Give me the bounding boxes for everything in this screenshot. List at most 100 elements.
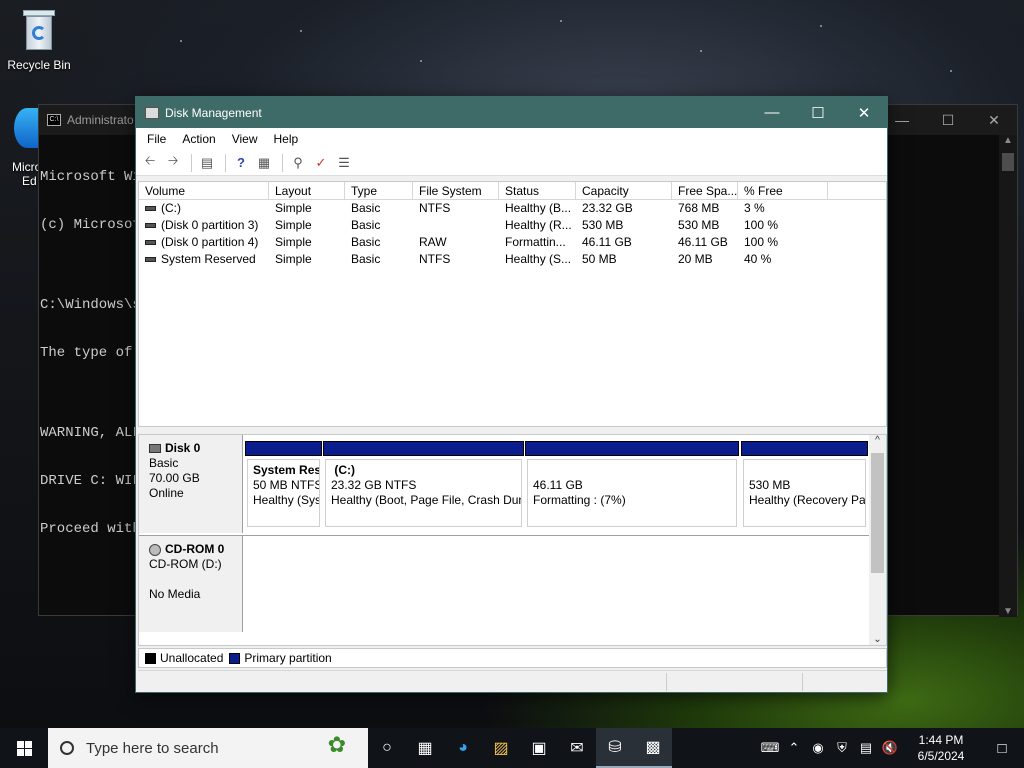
pct-cell: 100 % (744, 218, 779, 232)
command-prompt-taskbar-icon[interactable]: ▩ (634, 728, 672, 768)
disk0-type: Basic (149, 456, 179, 470)
forward-icon[interactable]: 🡢 (163, 153, 183, 172)
partition-c[interactable]: (C:) 23.32 GB NTFS Healthy (Boot, Page F… (323, 441, 524, 529)
volume-icon (145, 206, 156, 212)
volume-list[interactable]: Volume Layout Type File System Status Ca… (138, 181, 887, 427)
volume-name: (Disk 0 partition 3) (161, 218, 259, 232)
table-row[interactable]: (Disk 0 partition 4) Simple Basic RAW Fo… (139, 234, 886, 251)
taskbar-search-box[interactable]: Type here to search ✿ (48, 728, 368, 768)
network-icon[interactable]: ▤ (854, 740, 878, 756)
disk-management-app-icon (145, 106, 159, 119)
volume-icon (145, 257, 156, 263)
scroll-down-icon[interactable]: ⌄ (869, 634, 886, 645)
disk-management-taskbar-icon[interactable]: ⛁ (596, 728, 634, 768)
start-button[interactable] (0, 728, 48, 768)
edge-desktop-icon[interactable] (14, 108, 40, 148)
table-row[interactable]: (Disk 0 partition 3) Simple Basic Health… (139, 217, 886, 234)
menu-help[interactable]: Help (266, 132, 307, 146)
volume-muted-icon[interactable]: 🔇 (878, 740, 902, 756)
maximize-button[interactable]: ☐ (795, 97, 841, 128)
keyboard-icon[interactable]: ⌨ (758, 740, 782, 756)
column-status[interactable]: Status (499, 182, 576, 199)
close-button[interactable]: ✕ (841, 97, 887, 128)
console-scroll-thumb[interactable] (1002, 153, 1014, 171)
status-bar (138, 670, 887, 692)
console-maximize-button[interactable]: ☐ (925, 105, 971, 135)
menu-file[interactable]: File (139, 132, 174, 146)
partition-recovery[interactable]: 530 MB Healthy (Recovery Pa (741, 441, 868, 529)
console-icon[interactable]: ▦ (254, 154, 274, 172)
disk0-size: 70.00 GB (149, 471, 200, 485)
partition-status: Healthy (Sys (253, 493, 320, 507)
console-scrollbar[interactable]: ▲ ▼ (999, 135, 1017, 617)
search-icon (60, 741, 74, 755)
cdrom-media: No Media (149, 587, 201, 601)
console-title: Administrato (67, 113, 134, 127)
volume-icon (145, 223, 156, 229)
volume-cell: (Disk 0 partition 4) (139, 234, 269, 251)
minimize-button[interactable]: — (749, 97, 795, 128)
search-icon[interactable]: ⚲ (288, 154, 308, 172)
properties-icon[interactable]: ▤ (197, 154, 217, 172)
capacity-cell: 50 MB (582, 252, 617, 266)
unallocated-swatch (145, 652, 156, 664)
titlebar[interactable]: Disk Management — ☐ ✕ (136, 97, 887, 128)
column-file-system[interactable]: File System (413, 182, 499, 199)
scroll-down-icon[interactable]: ▼ (999, 606, 1017, 617)
column-capacity[interactable]: Capacity (576, 182, 672, 199)
graphical-scrollbar[interactable]: ^ ⌄ (869, 435, 886, 645)
disk0-row[interactable]: Disk 0 Basic 70.00 GB Online System Res … (139, 435, 869, 533)
scroll-up-icon[interactable]: ^ (869, 435, 886, 446)
edge-icon[interactable]: ◕ (444, 728, 482, 768)
column-volume[interactable]: Volume (139, 182, 269, 199)
volume-name: (Disk 0 partition 4) (161, 235, 259, 249)
toolbar: 🡠 🡢 ▤ ? ▦ ⚲ ✓ ☰ (136, 150, 887, 176)
partition-4[interactable]: 46.11 GB Formatting : (7%) (525, 441, 739, 529)
menu-view[interactable]: View (224, 132, 266, 146)
task-view-icon[interactable]: ▦ (406, 728, 444, 768)
edge-label-2: Ed (22, 174, 37, 188)
volume-icon (145, 240, 156, 246)
help-icon[interactable]: ? (231, 154, 251, 172)
volume-cell: (C:) (139, 200, 269, 217)
cdrom-drive: CD-ROM (D:) (149, 557, 222, 571)
clock[interactable]: 1:44 PM 6/5/2024 (902, 732, 980, 764)
pct-cell: 100 % (744, 235, 779, 249)
disk-management-window[interactable]: Disk Management — ☐ ✕ File Action View H… (135, 96, 888, 693)
notification-icon[interactable]: □ (980, 740, 1024, 757)
list-icon[interactable]: ☰ (334, 154, 354, 172)
cdrom-row[interactable]: CD-ROM 0 CD-ROM (D:) No Media (139, 535, 869, 632)
column-layout[interactable]: Layout (269, 182, 345, 199)
check-icon[interactable]: ✓ (311, 154, 331, 172)
table-row[interactable]: (C:) Simple Basic NTFS Healthy (B... 23.… (139, 200, 886, 217)
mail-icon[interactable]: ✉ (558, 728, 596, 768)
status-cell: Formattin... (505, 235, 566, 249)
security-icon[interactable]: ⛨ (830, 740, 854, 756)
type-cell: Basic (351, 235, 381, 249)
column-free-space[interactable]: Free Spa... (672, 182, 738, 199)
column-type[interactable]: Type (345, 182, 413, 199)
recycle-bin-shortcut[interactable]: Recycle Bin (6, 6, 72, 72)
table-row[interactable]: System Reserved Simple Basic NTFS Health… (139, 251, 886, 268)
graphical-scroll-thumb[interactable] (871, 453, 884, 573)
disk0-label[interactable]: Disk 0 Basic 70.00 GB Online (139, 435, 243, 533)
free-cell: 768 MB (678, 201, 720, 215)
store-icon[interactable]: ▣ (520, 728, 558, 768)
legend-primary: Primary partition (244, 651, 332, 665)
scroll-up-icon[interactable]: ▲ (999, 135, 1017, 146)
cortana-icon[interactable]: ○ (368, 728, 406, 768)
cdrom-label[interactable]: CD-ROM 0 CD-ROM (D:) No Media (139, 536, 243, 632)
column-percent-free[interactable]: % Free (738, 182, 828, 199)
disk-graphical-view[interactable]: Disk 0 Basic 70.00 GB Online System Res … (138, 434, 887, 646)
chevron-up-icon[interactable]: ⌃ (782, 740, 806, 756)
menu-action[interactable]: Action (174, 132, 223, 146)
pct-cell: 40 % (744, 252, 772, 266)
system-tray: ⌨ ⌃ ◉ ⛨ ▤ 🔇 1:44 PM 6/5/2024 □ (758, 728, 1024, 768)
fs-cell: RAW (419, 235, 447, 249)
meet-now-icon[interactable]: ◉ (806, 740, 830, 756)
partition-system-reserved[interactable]: System Res 50 MB NTFS Healthy (Sys (245, 441, 322, 529)
edge-label-1: Micro (12, 160, 42, 174)
file-explorer-icon[interactable]: ▨ (482, 728, 520, 768)
back-icon[interactable]: 🡠 (140, 153, 160, 172)
console-close-button[interactable]: ✕ (971, 105, 1017, 135)
